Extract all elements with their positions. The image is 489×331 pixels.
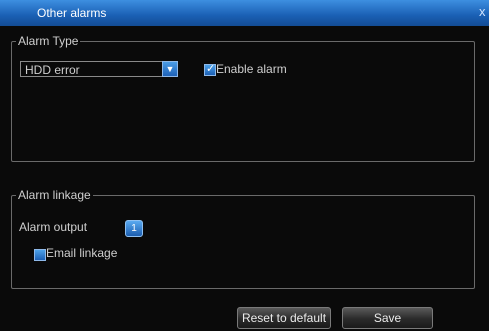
alarm-type-group: Alarm Type HDD error ▼ ✓ Enable alarm (11, 34, 475, 162)
alarm-linkage-legend: Alarm linkage (16, 188, 93, 202)
alarm-output-channel-1-button[interactable]: 1 (125, 220, 143, 237)
title-bar: Other alarms x (0, 0, 489, 26)
reset-to-default-button[interactable]: Reset to default (237, 307, 331, 329)
save-button[interactable]: Save (342, 307, 433, 329)
other-alarms-window: Other alarms x Alarm Type HDD error ▼ ✓ … (0, 0, 489, 331)
enable-alarm-checkbox[interactable]: ✓ (204, 63, 216, 76)
alarm-type-value: HDD error (25, 63, 80, 77)
close-icon[interactable]: x (479, 4, 489, 20)
email-linkage-checkbox[interactable] (34, 249, 46, 261)
alarm-type-select[interactable]: HDD error ▼ (20, 61, 178, 77)
alarm-linkage-group: Alarm linkage Alarm output 1 Email linka… (11, 188, 475, 289)
alarm-type-legend: Alarm Type (16, 34, 81, 48)
checkmark-icon: ✓ (206, 63, 216, 75)
alarm-output-label: Alarm output (19, 220, 88, 234)
enable-alarm-label: Enable alarm (216, 62, 287, 76)
window-title: Other alarms (37, 6, 107, 20)
chevron-down-icon[interactable]: ▼ (162, 61, 178, 77)
email-linkage-label: Email linkage (46, 246, 118, 260)
